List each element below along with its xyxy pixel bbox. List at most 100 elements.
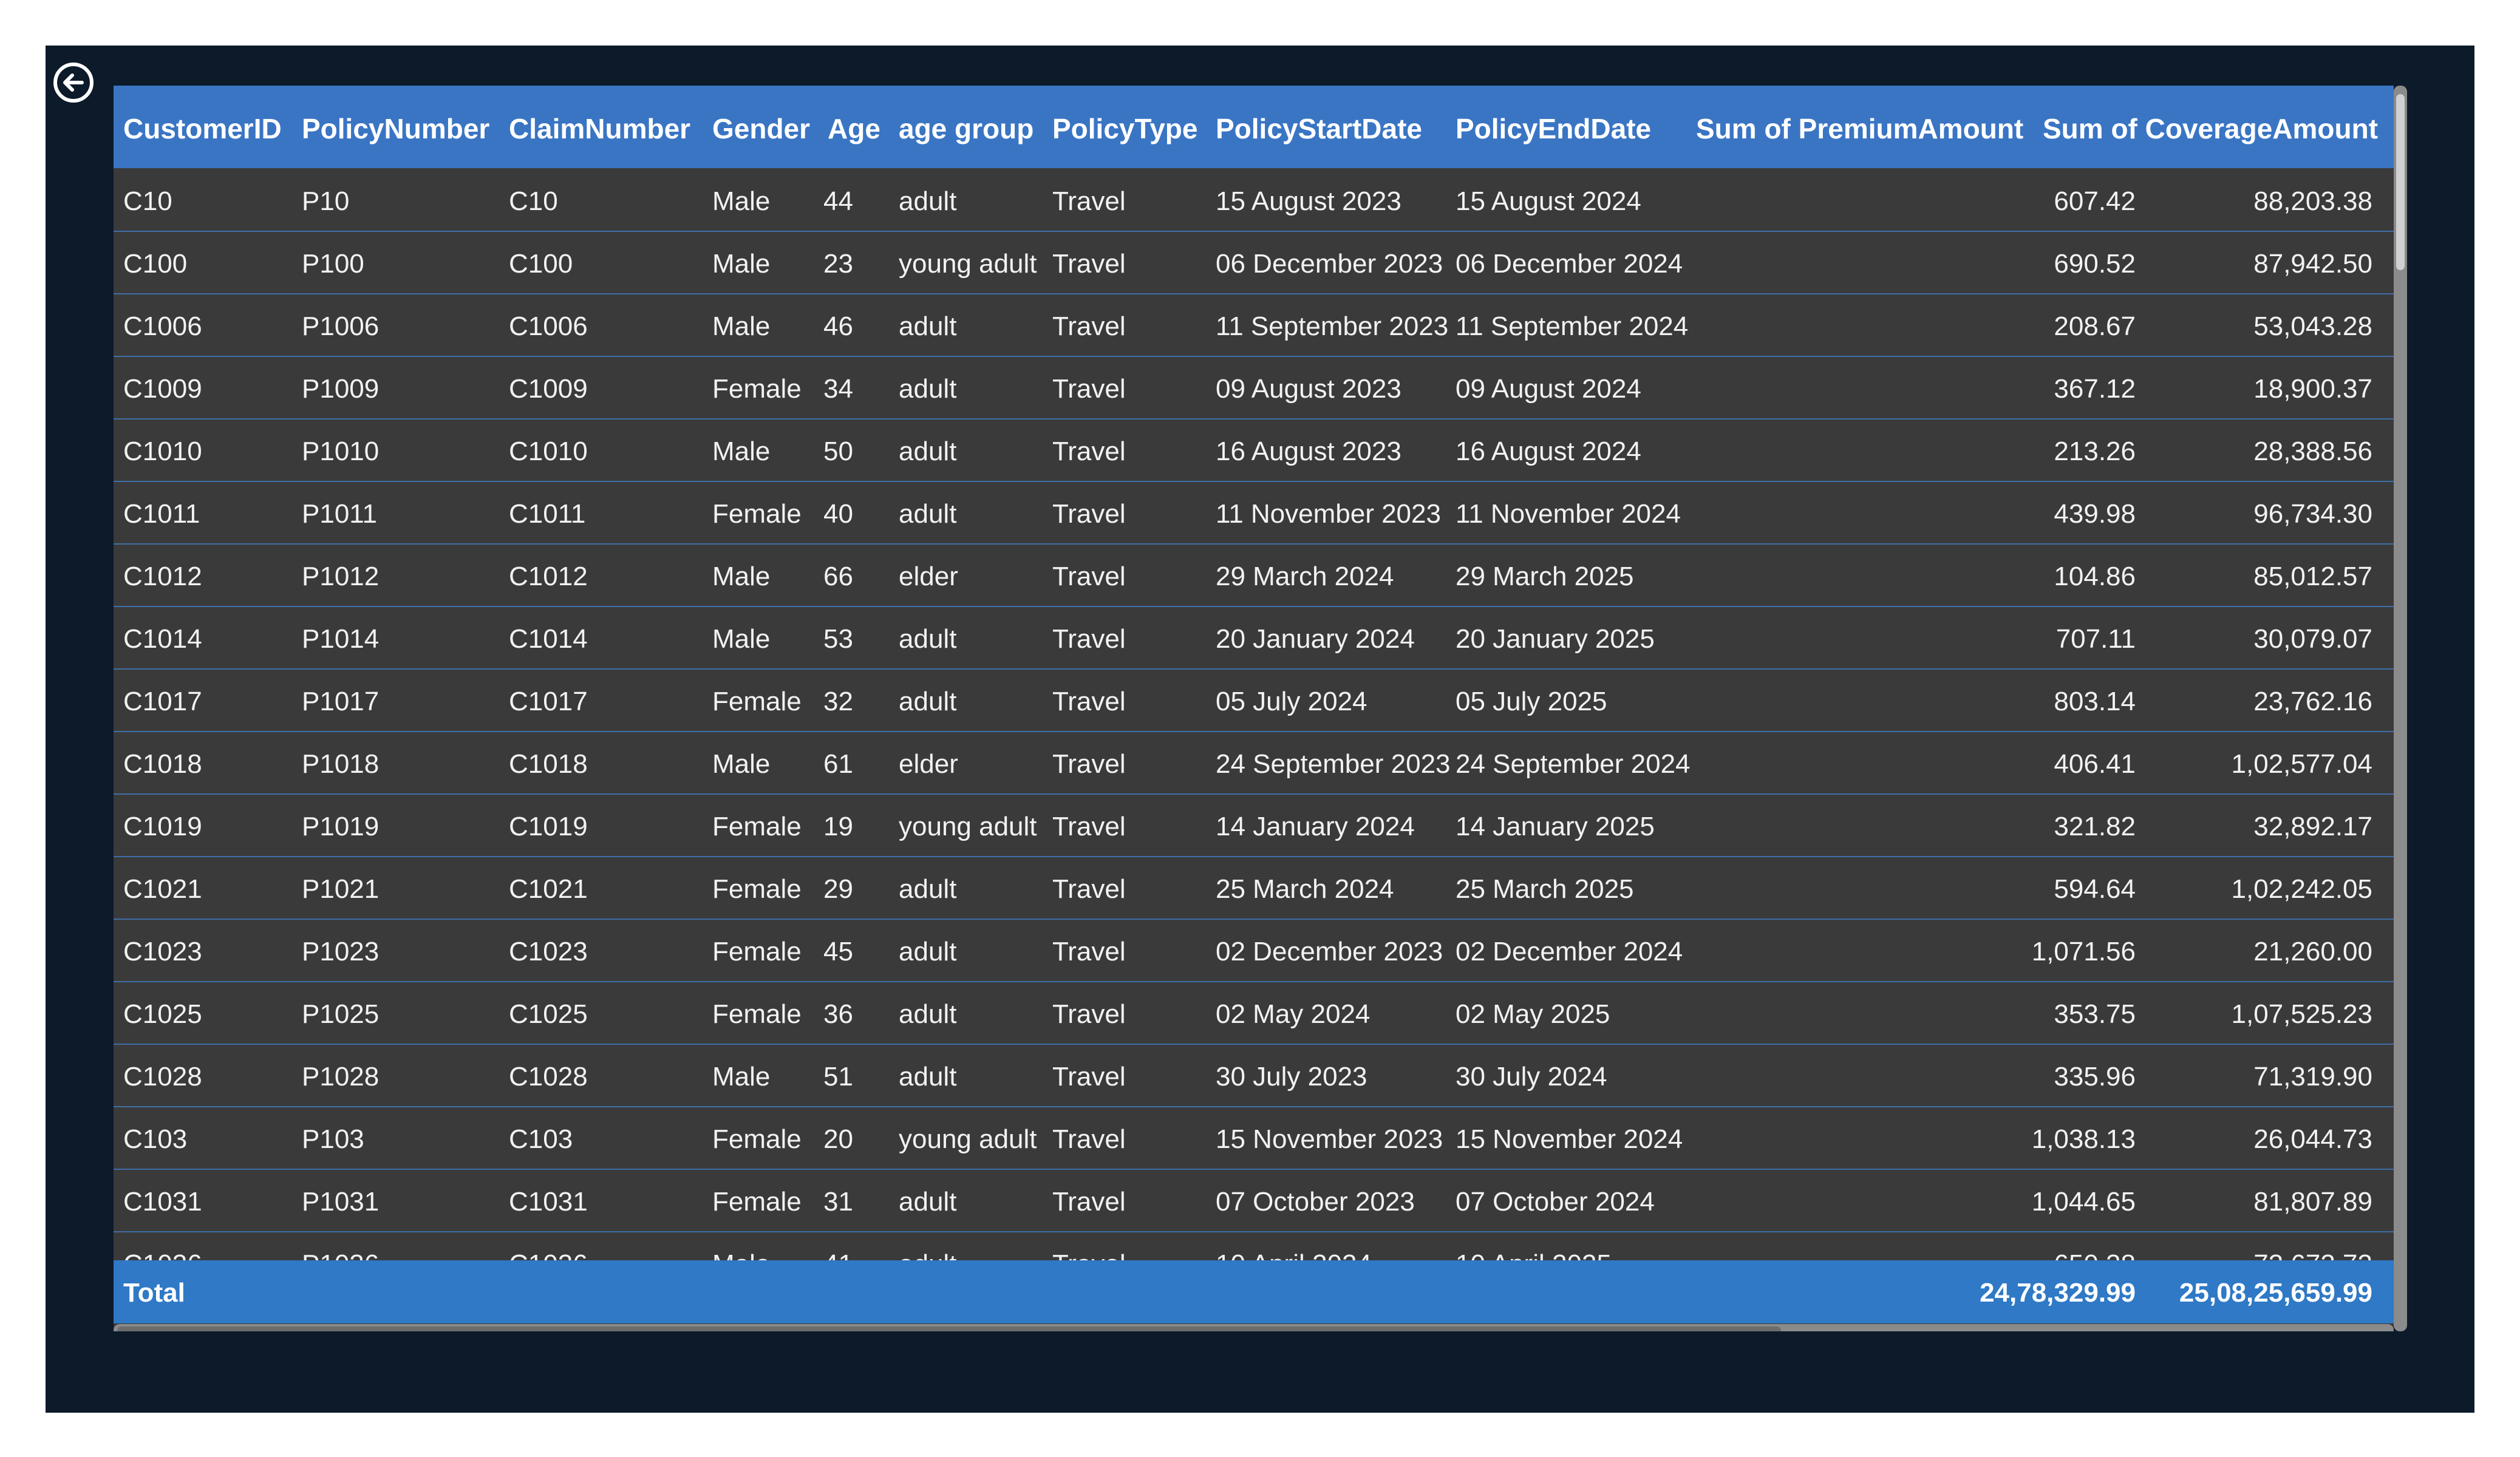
cell-premium: 439.98 xyxy=(2054,499,2136,529)
cell-policy-number: P1012 xyxy=(302,562,380,591)
cell-policy-start: 11 November 2023 xyxy=(1216,499,1441,529)
cell-customer-id: C103 xyxy=(123,1124,188,1154)
cell-customer-id: C100 xyxy=(123,249,188,279)
cell-coverage: 1,07,525.23 xyxy=(2231,999,2372,1029)
cell-policy-number: P1017 xyxy=(302,687,380,716)
table-row[interactable]: C1031 P1031 C1031 Female 31 adult Travel 07 Oct… xyxy=(114,1169,2394,1232)
cell-age-group: adult xyxy=(899,1187,957,1217)
table-row[interactable]: C1021 P1021 C1021 Female 29 adult Travel 25 Mar… xyxy=(114,856,2394,920)
cell-age-group: adult xyxy=(899,374,957,404)
table-row[interactable]: C1006 P1006 C1006 Male 46 adult Travel 11 Septe… xyxy=(114,293,2394,357)
cell-age: 53 xyxy=(823,624,853,654)
table-row[interactable]: C10 P10 C10 Male 44 adult Travel 15 August 2023… xyxy=(114,168,2394,232)
table-row[interactable]: C1011 P1011 C1011 Female 40 adult Travel 11 Nov… xyxy=(114,481,2394,545)
cell-coverage: 28,388.56 xyxy=(2253,436,2372,466)
cell-policy-start: 16 August 2023 xyxy=(1216,436,1401,466)
cell-policy-type: Travel xyxy=(1052,436,1126,466)
cell-policy-number: P1023 xyxy=(302,937,380,966)
table-row[interactable]: C1010 P1010 C1010 Male 50 adult Travel 16 Augus… xyxy=(114,418,2394,482)
header-policy-end-date[interactable]: PolicyEndDate xyxy=(1456,115,1651,143)
cell-premium: 406.41 xyxy=(2054,749,2136,779)
table-row[interactable]: C1025 P1025 C1025 Female 36 adult Travel 02 May… xyxy=(114,981,2394,1045)
cell-claim-number: C1023 xyxy=(509,937,588,966)
back-arrow-icon xyxy=(53,63,94,103)
header-age-group[interactable]: age group xyxy=(899,115,1034,143)
table-row[interactable]: C1017 P1017 C1017 Female 32 adult Travel 05 Jul… xyxy=(114,668,2394,732)
cell-coverage: 1,02,577.04 xyxy=(2231,749,2372,779)
table-row[interactable]: C1023 P1023 C1023 Female 45 adult Travel 02 Dec… xyxy=(114,919,2394,982)
cell-age-group: elder xyxy=(899,562,958,591)
cell-age: 23 xyxy=(823,249,853,279)
cell-claim-number: C1019 xyxy=(509,812,588,841)
cell-claim-number: C1025 xyxy=(509,999,588,1029)
header-policy-type[interactable]: PolicyType xyxy=(1052,115,1197,143)
table-row[interactable]: C1014 P1014 C1014 Male 53 adult Travel 20 Janua… xyxy=(114,606,2394,670)
cell-premium: 367.12 xyxy=(2054,374,2136,404)
vertical-scroll-thumb[interactable] xyxy=(2396,94,2405,270)
header-gender[interactable]: Gender xyxy=(712,115,810,143)
cell-coverage: 71,319.90 xyxy=(2253,1062,2372,1092)
cell-policy-end: 30 July 2024 xyxy=(1456,1062,1607,1092)
horizontal-scroll-thumb[interactable] xyxy=(117,1326,1781,1331)
data-table: CustomerID PolicyNumber ClaimNumber Gend… xyxy=(114,86,2394,1331)
table-row[interactable]: C1012 P1012 C1012 Male 66 elder Travel 29 March… xyxy=(114,543,2394,607)
header-age[interactable]: Age xyxy=(828,115,880,143)
cell-age: 50 xyxy=(823,436,853,466)
cell-age: 45 xyxy=(823,937,853,966)
cell-claim-number: C1018 xyxy=(509,749,588,779)
cell-policy-end: 11 September 2024 xyxy=(1456,311,1689,341)
table-row[interactable]: C1028 P1028 C1028 Male 51 adult Travel 30 July … xyxy=(114,1044,2394,1107)
cell-policy-start: 15 August 2023 xyxy=(1216,186,1401,216)
header-claim-number[interactable]: ClaimNumber xyxy=(509,115,690,143)
cell-policy-number: P100 xyxy=(302,249,364,279)
cell-age-group: adult xyxy=(899,436,957,466)
cell-policy-type: Travel xyxy=(1052,687,1126,716)
cell-policy-start: 24 September 2023 xyxy=(1216,749,1451,779)
cell-policy-type: Travel xyxy=(1052,874,1126,904)
cell-policy-number: P1031 xyxy=(302,1187,380,1217)
cell-policy-start: 15 November 2023 xyxy=(1216,1124,1443,1154)
table-row[interactable]: C100 P100 C100 Male 23 young adult Travel 06 De… xyxy=(114,231,2394,294)
vertical-scrollbar[interactable] xyxy=(2394,86,2407,1331)
cell-age-group: young adult xyxy=(899,1124,1037,1154)
cell-policy-end: 15 August 2024 xyxy=(1456,186,1641,216)
cell-policy-type: Travel xyxy=(1052,186,1126,216)
cell-age-group: adult xyxy=(899,624,957,654)
cell-policy-start: 14 January 2024 xyxy=(1216,812,1415,841)
cell-policy-start: 02 December 2023 xyxy=(1216,937,1443,966)
table-row[interactable]: C1018 P1018 C1018 Male 61 elder Travel 24 Septe… xyxy=(114,731,2394,795)
cell-claim-number: C1031 xyxy=(509,1187,588,1217)
cell-gender: Male xyxy=(712,186,771,216)
cell-premium: 803.14 xyxy=(2054,687,2136,716)
cell-age: 46 xyxy=(823,311,853,341)
header-sum-premium-amount[interactable]: Sum of PremiumAmount xyxy=(1696,115,2023,143)
cell-customer-id: C1010 xyxy=(123,436,202,466)
header-sum-coverage-amount[interactable]: Sum of CoverageAmount xyxy=(2043,115,2378,143)
cell-policy-start: 07 October 2023 xyxy=(1216,1187,1415,1217)
total-row: Total 24,78,329.99 25,08,25,659.99 xyxy=(114,1260,2394,1323)
cell-policy-type: Travel xyxy=(1052,624,1126,654)
cell-policy-number: P1011 xyxy=(302,499,377,529)
cell-customer-id: C1019 xyxy=(123,812,202,841)
cell-policy-number: P103 xyxy=(302,1124,364,1154)
header-policy-start-date[interactable]: PolicyStartDate xyxy=(1216,115,1422,143)
table-row[interactable]: C1009 P1009 C1009 Female 34 adult Travel 09 Aug… xyxy=(114,356,2394,419)
cell-policy-start: 11 September 2023 xyxy=(1216,311,1449,341)
header-policy-number[interactable]: PolicyNumber xyxy=(302,115,489,143)
cell-age: 40 xyxy=(823,499,853,529)
cell-claim-number: C1021 xyxy=(509,874,588,904)
cell-policy-number: P1009 xyxy=(302,374,380,404)
back-button[interactable] xyxy=(52,61,95,104)
table-row[interactable]: C103 P103 C103 Female 20 young adult Travel 15 … xyxy=(114,1106,2394,1170)
header-customer-id[interactable]: CustomerID xyxy=(123,115,282,143)
cell-policy-end: 05 July 2025 xyxy=(1456,687,1607,716)
cell-premium: 1,071.56 xyxy=(2031,937,2136,966)
cell-policy-type: Travel xyxy=(1052,999,1126,1029)
cell-premium: 321.82 xyxy=(2054,812,2136,841)
cell-premium: 335.96 xyxy=(2054,1062,2136,1092)
cell-policy-end: 02 May 2025 xyxy=(1456,999,1610,1029)
cell-policy-type: Travel xyxy=(1052,311,1126,341)
table-row[interactable]: C1019 P1019 C1019 Female 19 young adult Travel… xyxy=(114,793,2394,857)
cell-gender: Male xyxy=(712,749,771,779)
cell-age-group: adult xyxy=(899,499,957,529)
